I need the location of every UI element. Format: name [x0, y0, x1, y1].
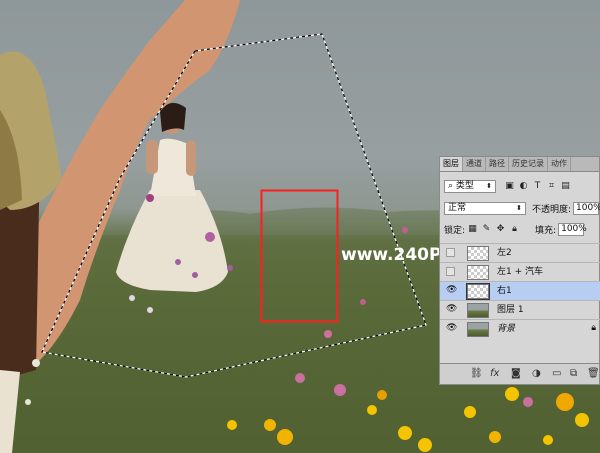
- layer-name: 右1: [497, 286, 512, 296]
- layer-row-selected[interactable]: 👁︎ 右1: [440, 281, 600, 300]
- layer-name: 图层 1: [497, 305, 524, 315]
- blend-row: 正常 ⬍ 不透明度: 100%: [444, 202, 600, 215]
- tab-layers[interactable]: 图层: [440, 157, 463, 171]
- lock-label: 锁定:: [444, 226, 466, 236]
- layer-name: 左2: [497, 248, 512, 258]
- layer-row[interactable]: 左2: [440, 243, 600, 262]
- type-filter-icon[interactable]: T: [533, 182, 542, 191]
- panel-tabs: 图层 通道 路径 历史记录 动作: [440, 157, 599, 172]
- link-icon[interactable]: ⛓︎: [470, 368, 483, 379]
- shape-filter-icon[interactable]: ⌗: [547, 182, 556, 191]
- smart-object-filter-icon[interactable]: ▤: [561, 182, 570, 191]
- chevron-down-icon: ⬍: [516, 204, 522, 212]
- tab-paths[interactable]: 路径: [486, 157, 509, 171]
- eye-icon[interactable]: 👁︎: [446, 305, 457, 314]
- lock-position-icon[interactable]: ✥: [496, 225, 505, 234]
- opacity-label: 不透明度:: [531, 205, 572, 215]
- chevron-down-icon: ⬍: [486, 182, 492, 190]
- layer-row[interactable]: 左1 + 汽车: [440, 262, 600, 281]
- layer-thumbnail: [467, 246, 489, 261]
- visibility-toggle[interactable]: [446, 267, 455, 276]
- lock-image-icon[interactable]: ✎: [482, 225, 491, 234]
- search-icon: ⌕: [448, 181, 454, 191]
- layer-thumbnail: [466, 283, 490, 300]
- document-canvas[interactable]: www.240PS.com 图层 通道 路径 历史记录 动作 ⌕ 类型 ⬍ ▣ …: [0, 0, 600, 453]
- layers-panel: 图层 通道 路径 历史记录 动作 ⌕ 类型 ⬍ ▣ ◐ T ⌗ ▤ 正常 ⬍ 不: [439, 156, 600, 385]
- layer-thumbnail: [467, 322, 489, 337]
- eye-icon[interactable]: 👁︎: [446, 286, 457, 295]
- layer-name: 背景: [497, 324, 516, 334]
- layer-name: 左1 + 汽车: [497, 267, 543, 277]
- adjustment-filter-icon[interactable]: ◐: [519, 182, 528, 191]
- lock-row: 锁定: ▦ ✎ ✥ 🔒︎ 填充: 100%: [444, 223, 599, 236]
- layer-thumbnail: [467, 303, 489, 318]
- visibility-toggle[interactable]: [446, 248, 455, 257]
- fx-icon[interactable]: fx: [490, 368, 499, 379]
- delete-icon[interactable]: 🗑︎: [587, 368, 600, 379]
- mask-icon[interactable]: ◙: [511, 368, 521, 379]
- layer-row[interactable]: 👁︎ 背景 🔒︎: [440, 319, 600, 338]
- tab-channels[interactable]: 通道: [463, 157, 486, 171]
- adjustment-icon[interactable]: ◑: [532, 368, 541, 379]
- eye-icon[interactable]: 👁︎: [446, 324, 457, 333]
- opacity-field[interactable]: 100%: [573, 202, 600, 215]
- layer-row[interactable]: 👁︎ 图层 1: [440, 300, 600, 319]
- group-icon[interactable]: ▭: [552, 368, 561, 379]
- panel-footer: ⛓︎ fx ◙ ◑ ▭ ⧉ 🗑︎: [440, 363, 600, 384]
- fill-field[interactable]: 100%: [558, 223, 587, 236]
- fill-label: 填充:: [535, 226, 557, 236]
- new-layer-icon[interactable]: ⧉: [570, 368, 577, 379]
- blend-mode-select[interactable]: 正常 ⬍: [444, 202, 526, 215]
- tab-history[interactable]: 历史记录: [509, 157, 548, 171]
- filter-kind-value: 类型: [455, 181, 474, 191]
- layer-thumbnail: [467, 265, 489, 280]
- filter-kind-select[interactable]: ⌕ 类型 ⬍: [444, 180, 496, 193]
- filter-row: ⌕ 类型 ⬍ ▣ ◐ T ⌗ ▤: [444, 180, 599, 193]
- image-filter-icon[interactable]: ▣: [505, 182, 514, 191]
- blend-mode-value: 正常: [448, 203, 467, 213]
- lock-icon: 🔒︎: [591, 323, 596, 333]
- lock-all-icon[interactable]: 🔒︎: [510, 225, 519, 234]
- tab-actions[interactable]: 动作: [548, 157, 571, 171]
- lock-transparency-icon[interactable]: ▦: [468, 225, 477, 234]
